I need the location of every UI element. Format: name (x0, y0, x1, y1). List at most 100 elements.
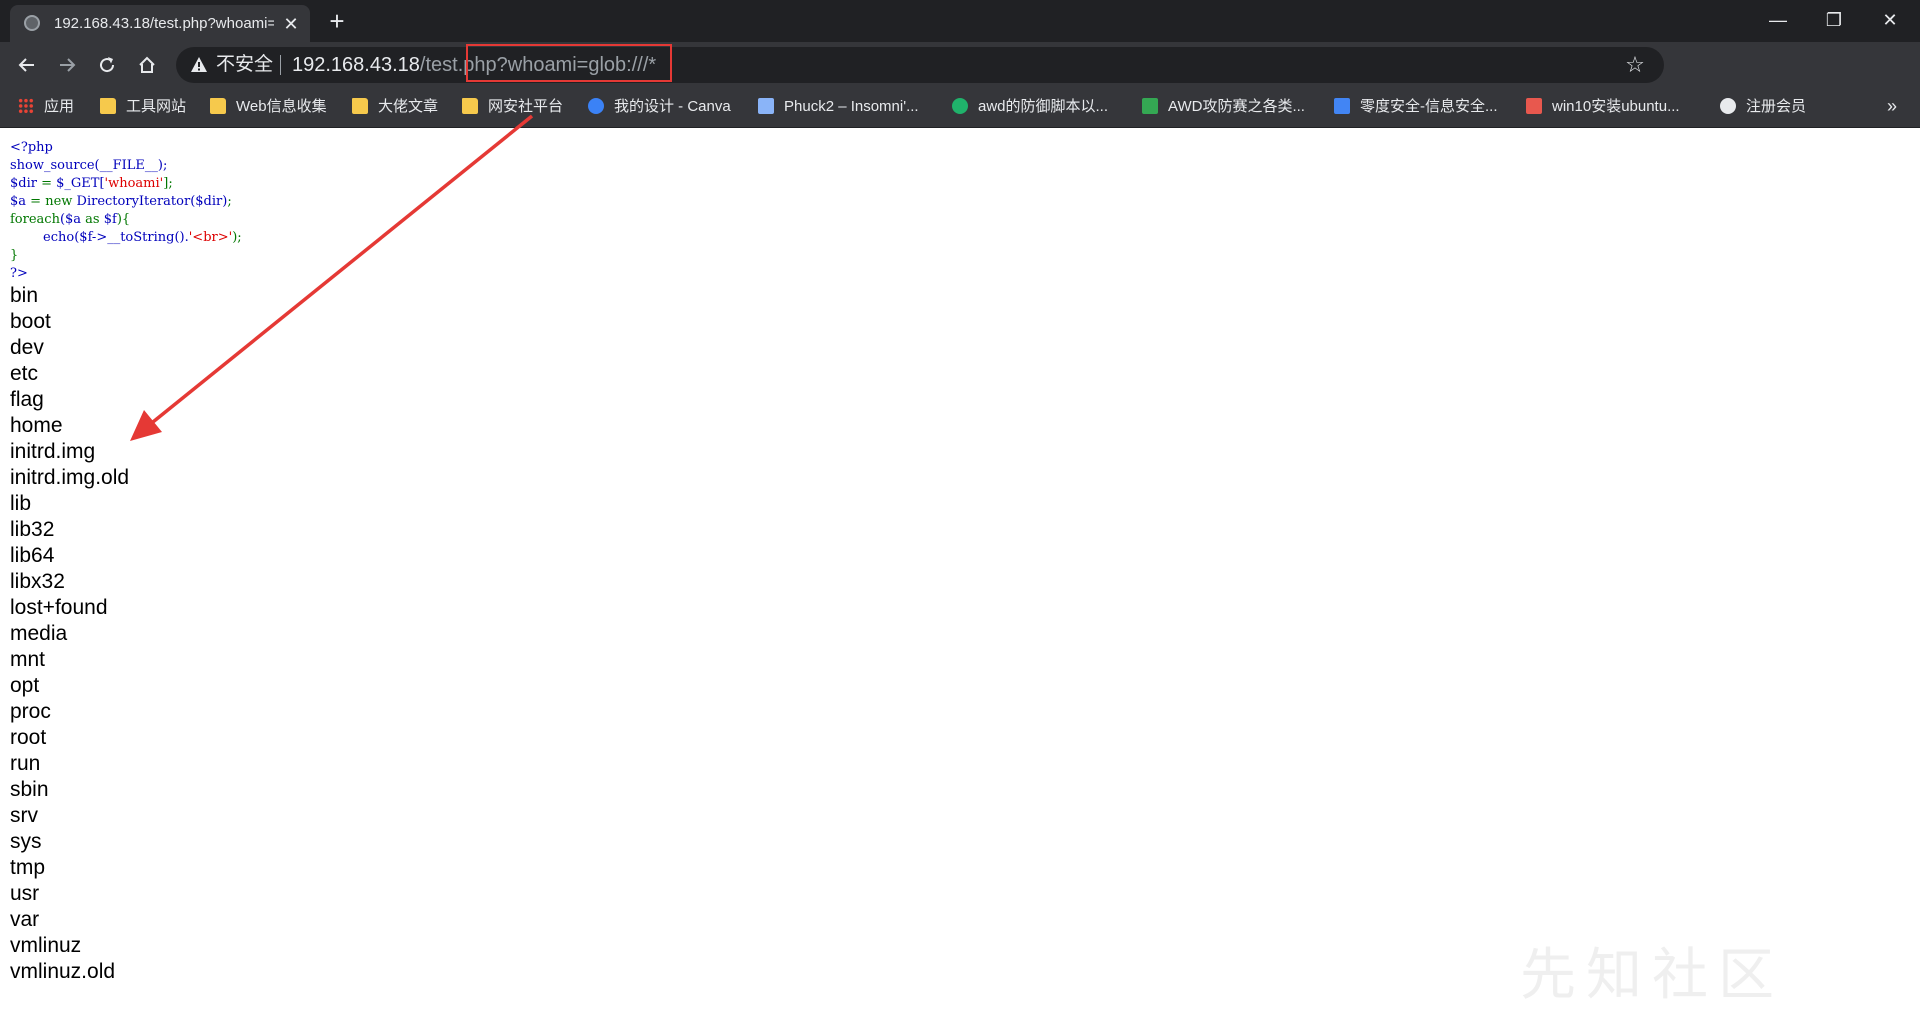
bookmark-awd-attack[interactable]: AWD攻防赛之各类... (1142, 95, 1305, 119)
code-token: = (26, 194, 46, 209)
warning-icon (191, 57, 207, 72)
code-token: $_GET[ (56, 176, 105, 191)
watermark: 先知社区 (1520, 943, 1784, 1006)
code-token: ]; (163, 176, 173, 191)
minimize-button[interactable]: — (1750, 0, 1806, 40)
n-icon (952, 98, 968, 114)
list-item: flag (10, 388, 44, 411)
bookmarks-overflow-button[interactable]: » (1880, 95, 1904, 119)
address-bar[interactable]: 不安全 192.168.43.18/test.php?whoami=glob:/… (176, 47, 1664, 83)
reload-button[interactable] (90, 48, 124, 82)
url-host: 192.168.43.18 (292, 54, 420, 76)
code-token: echo($f->__toString(). (10, 230, 189, 245)
list-item: run (10, 752, 41, 775)
home-button[interactable] (130, 48, 164, 82)
list-item: vmlinuz (10, 934, 82, 957)
code-token: show_source(__FILE__); (10, 158, 168, 173)
bookmark-label: 注册会员 (1746, 98, 1807, 115)
list-item: initrd.img.old (10, 466, 130, 489)
green-bars-icon (1142, 98, 1158, 114)
list-item: bin (10, 284, 39, 307)
canva-icon (588, 98, 604, 114)
list-item: lib64 (10, 544, 55, 567)
bookmark-awd-defense[interactable]: awd的防御脚本以... (952, 95, 1108, 119)
directory-listing: bin boot dev etc flag home initrd.img in… (10, 283, 129, 985)
jian-icon (1526, 98, 1542, 114)
bookmarks-bar: 应用 工具网站 Web信息收集 大佬文章 网安社平台 我的设计 - Canva … (0, 87, 1920, 128)
list-item: root (10, 726, 47, 749)
list-item: lost+found (10, 596, 108, 619)
tab-close-icon[interactable]: ✕ (280, 13, 302, 35)
security-label[interactable]: 不安全 (216, 54, 273, 76)
folder-icon (210, 98, 226, 114)
restore-button[interactable]: ❐ (1806, 0, 1862, 40)
bookmark-canva[interactable]: 我的设计 - Canva (588, 95, 731, 119)
tab-title: 192.168.43.18/test.php?whoami=glob:///* (54, 15, 274, 32)
code-token: DirectoryIterator($dir) (72, 194, 228, 209)
globe-icon (1720, 98, 1736, 114)
apps-icon (18, 98, 34, 114)
list-item: opt (10, 674, 40, 697)
folder-icon (100, 98, 116, 114)
tab-strip: 192.168.43.18/test.php?whoami=glob:///* … (0, 0, 1920, 42)
code-token: $dir (10, 176, 37, 191)
globe-icon (24, 15, 40, 31)
bookmark-folder[interactable]: 工具网站 (100, 95, 186, 119)
code-token: = (36, 176, 57, 191)
code-token: ); (232, 230, 242, 245)
bookmark-folder[interactable]: 大佬文章 (352, 95, 438, 119)
bookmark-register[interactable]: 注册会员 (1720, 95, 1806, 119)
list-item: vmlinuz.old (10, 960, 116, 983)
bookmark-folder[interactable]: 网安社平台 (462, 95, 563, 119)
forward-button[interactable] (50, 48, 84, 82)
list-item: usr (10, 882, 40, 905)
bookmark-zero-security[interactable]: 零度安全-信息安全... (1334, 95, 1498, 119)
bookmark-star-icon[interactable]: ☆ (1622, 52, 1648, 78)
list-item: etc (10, 362, 39, 385)
bookmark-label: 我的设计 - Canva (614, 98, 731, 115)
bookmark-win10-ubuntu[interactable]: win10安装ubuntu... (1526, 95, 1680, 119)
folder-icon (352, 98, 368, 114)
bookmark-apps[interactable]: 应用 (18, 95, 74, 119)
bookmark-label: 网安社平台 (488, 98, 564, 115)
bookmark-label: Phuck2 – Insomni'... (784, 98, 919, 115)
code-token: new (45, 194, 73, 209)
browser-toolbar: 不安全 192.168.43.18/test.php?whoami=glob:/… (0, 42, 1920, 118)
code-token: ($a (59, 212, 82, 227)
code-token: $a (10, 194, 27, 209)
bookmark-folder[interactable]: Web信息收集 (210, 95, 327, 119)
list-item: libx32 (10, 570, 65, 593)
browser-tab[interactable]: 192.168.43.18/test.php?whoami=glob:///* … (10, 5, 310, 42)
page-icon (758, 98, 774, 114)
bookmark-label: awd的防御脚本以... (978, 98, 1109, 115)
code-token: as (81, 212, 104, 227)
list-item: var (10, 908, 40, 931)
list-item: mnt (10, 648, 46, 671)
list-item: tmp (10, 856, 46, 879)
code-token: ?> (10, 266, 28, 281)
list-item: media (10, 622, 68, 645)
zero-icon (1334, 98, 1350, 114)
code-token: foreach (10, 212, 60, 227)
code-token: '<br>' (188, 230, 233, 245)
bookmark-label: AWD攻防赛之各类... (1168, 98, 1305, 115)
back-button[interactable] (10, 48, 44, 82)
list-item: lib32 (10, 518, 55, 541)
list-item: srv (10, 804, 38, 827)
url-highlight-box (466, 44, 672, 82)
close-window-button[interactable]: ✕ (1862, 0, 1918, 40)
list-item: proc (10, 700, 51, 723)
bookmark-label: 应用 (44, 98, 75, 115)
bookmark-label: 工具网站 (126, 98, 187, 115)
forward-arrow-icon (60, 58, 76, 72)
new-tab-button[interactable]: + (324, 8, 350, 35)
code-token: ; (227, 194, 232, 209)
bookmark-phuck2[interactable]: Phuck2 – Insomni'... (758, 95, 919, 119)
list-item: sys (10, 830, 42, 853)
list-item: boot (10, 310, 51, 333)
code-token: $f (103, 212, 117, 227)
bookmark-label: Web信息收集 (236, 98, 327, 115)
reload-icon (100, 57, 115, 73)
separator (280, 55, 281, 75)
home-icon (139, 56, 155, 73)
